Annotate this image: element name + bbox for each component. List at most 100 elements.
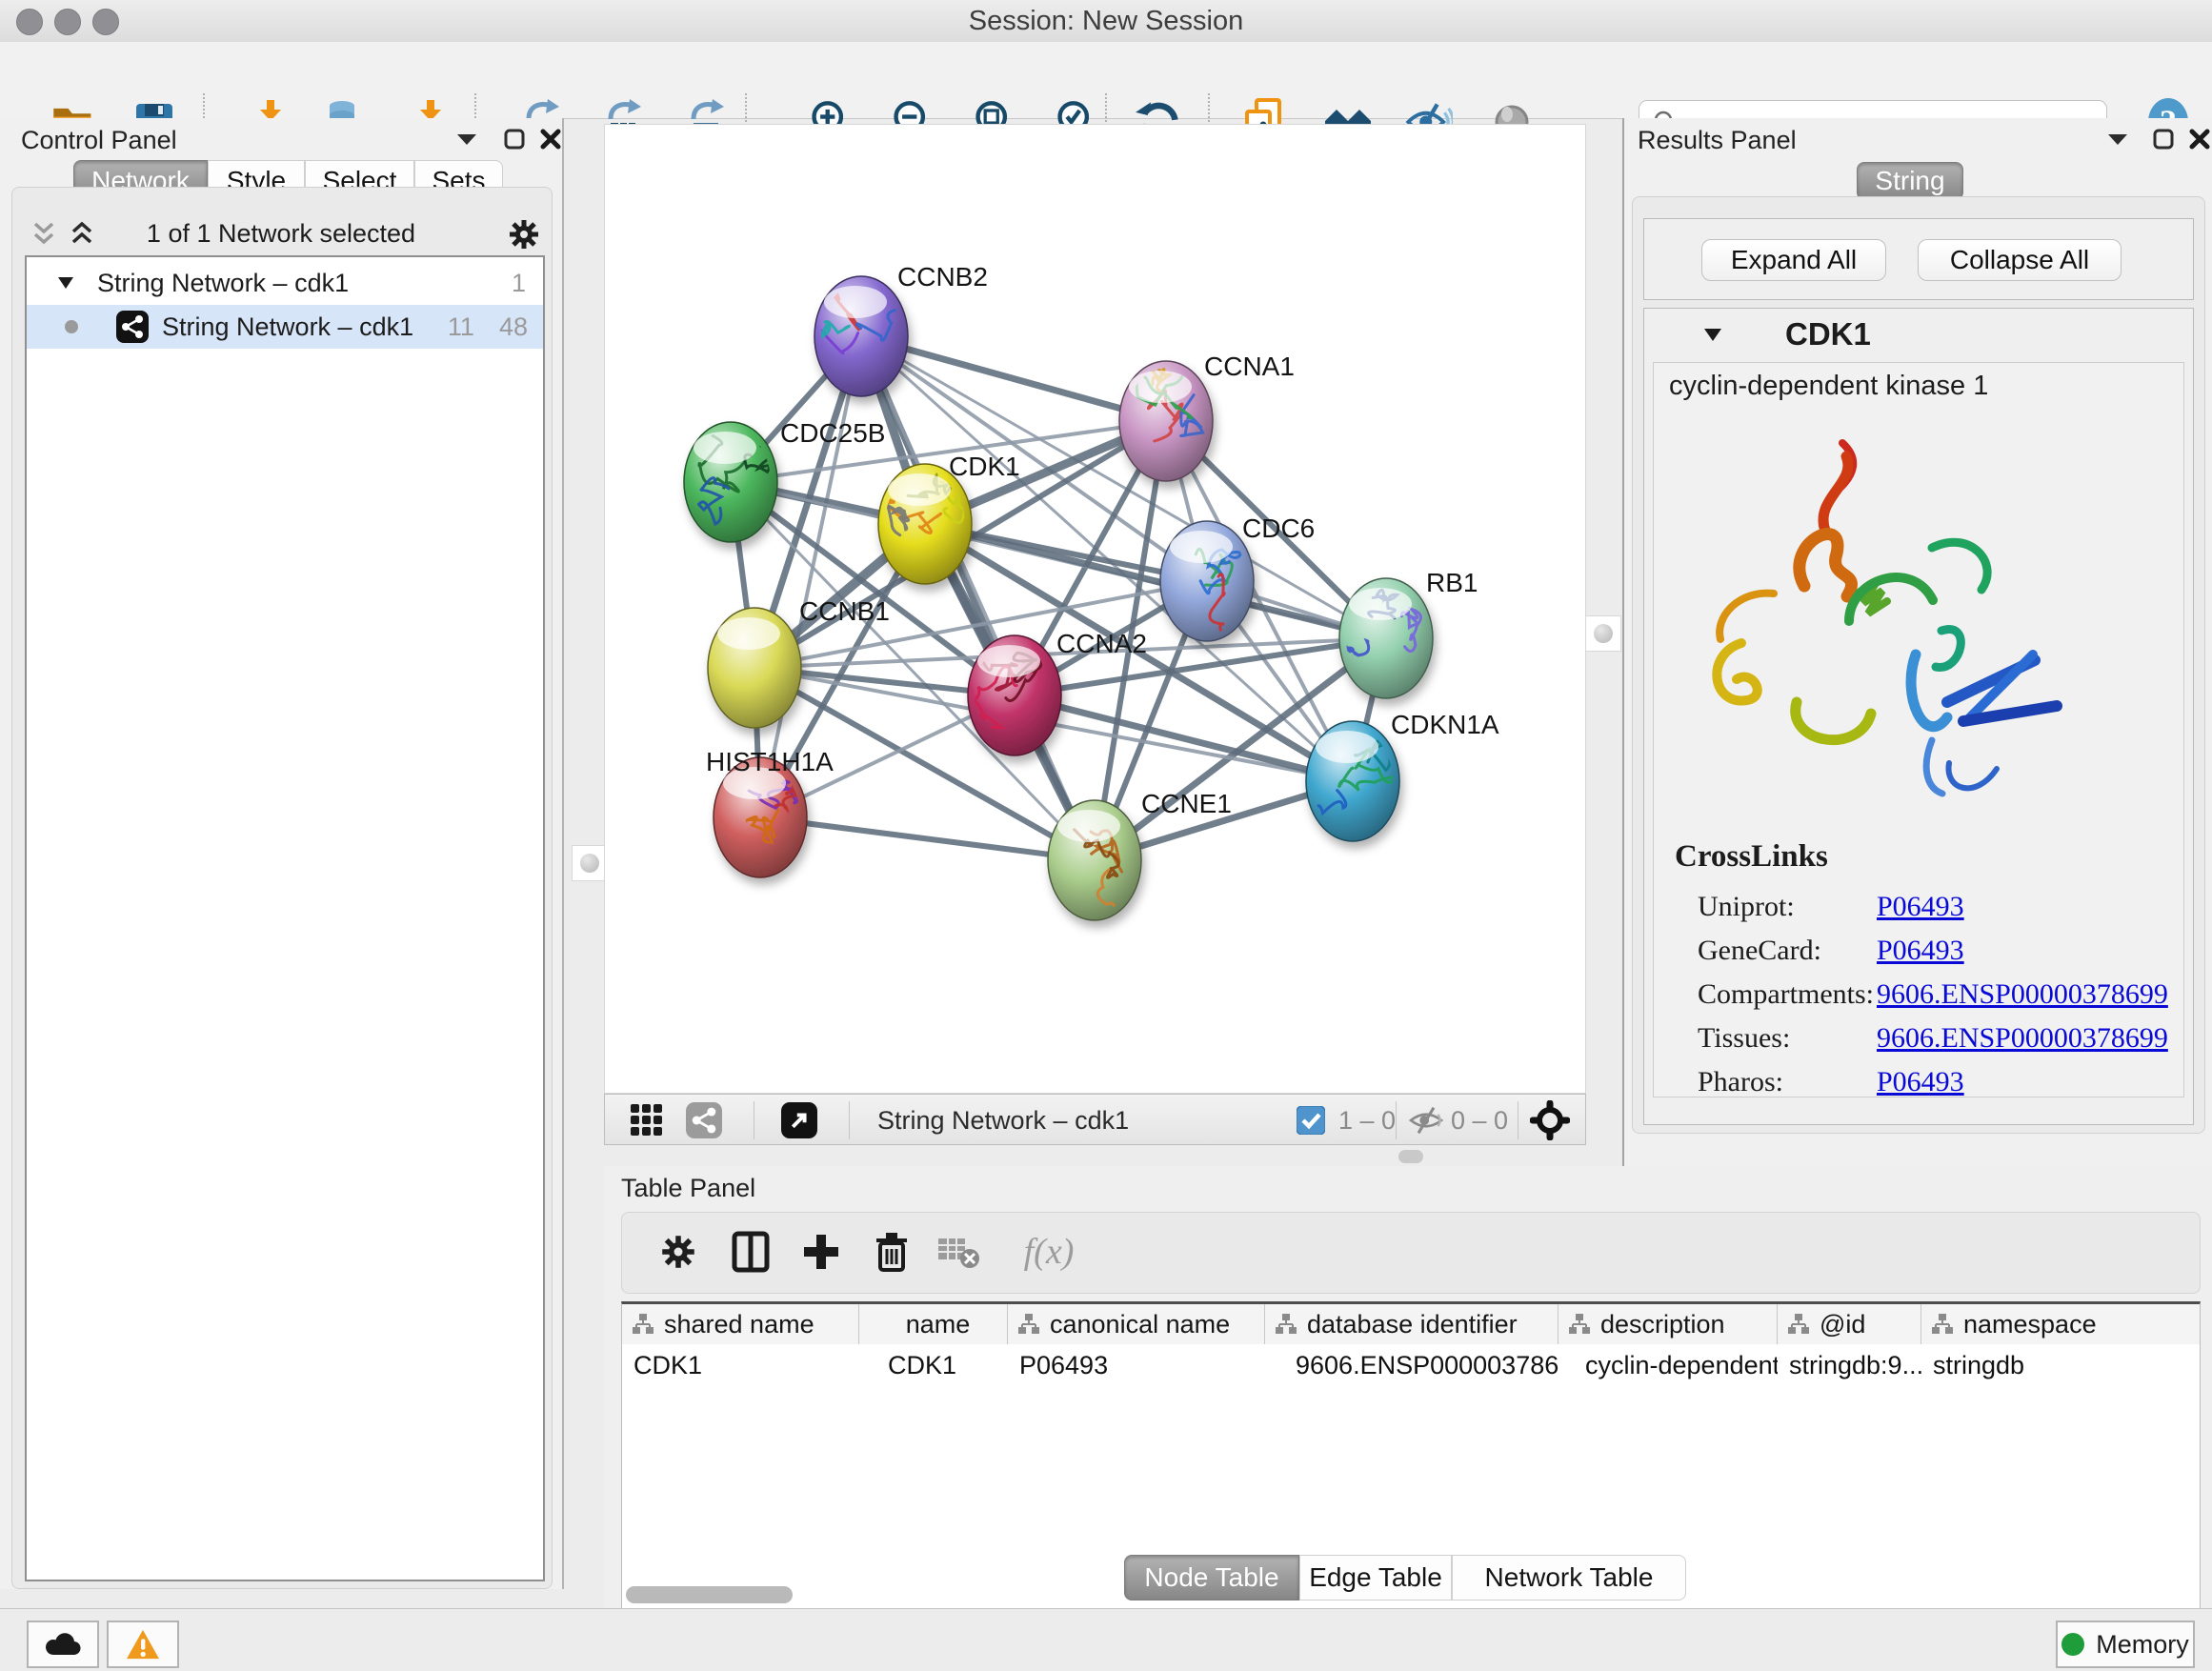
crosslink-value[interactable]: 9606.ENSP00000378699	[1877, 1022, 2168, 1055]
svg-text:CDC6: CDC6	[1242, 513, 1315, 543]
column-header[interactable]: @id	[1778, 1304, 1921, 1344]
column-type-icon	[1787, 1313, 1810, 1336]
network-tree: String Network – cdk1 1 String Network –…	[25, 255, 545, 1581]
scrollbar-thumb[interactable]	[626, 1586, 793, 1603]
column-type-icon	[1275, 1313, 1297, 1336]
hidden-count: 0 – 0	[1451, 1095, 1508, 1146]
table-cell[interactable]: P06493	[1008, 1344, 1265, 1386]
title-bar: Session: New Session	[0, 0, 2212, 43]
collection-count: 1	[512, 269, 526, 298]
network-row-selected[interactable]: String Network – cdk1 11 48	[27, 305, 543, 349]
crosslink-label: Uniprot:	[1698, 891, 1877, 923]
panel-float-icon[interactable]	[2144, 120, 2182, 158]
table-cell[interactable]: stringdb	[1921, 1344, 2200, 1386]
graph-node-HIST1H1A: HIST1H1A	[706, 747, 834, 877]
network-view-toolbar: String Network – cdk1 1 – 0 0 – 0	[604, 1094, 1586, 1145]
cloud-icon	[44, 1630, 82, 1659]
detach-view-icon[interactable]	[778, 1101, 820, 1139]
crosslink-value[interactable]: P06493	[1877, 891, 1964, 923]
panel-close-icon[interactable]	[2181, 120, 2212, 158]
birds-eye-view-icon[interactable]	[626, 1101, 668, 1139]
control-panel: Control Panel Network Style Select Sets …	[0, 118, 564, 1589]
tab-node-table[interactable]: Node Table	[1124, 1555, 1299, 1601]
table-cell[interactable]: stringdb:9...	[1778, 1344, 1921, 1386]
tab-edge-table[interactable]: Edge Table	[1299, 1555, 1452, 1601]
crosslinks-list: Uniprot: P06493 GeneCard: P06493 Compart…	[1698, 885, 2174, 1104]
expand-all-button[interactable]: Expand All	[1701, 239, 1886, 281]
table-cell[interactable]: CDK1	[622, 1344, 859, 1386]
table-panel: Table Panel f(x)	[604, 1166, 2212, 1608]
crosslink-value[interactable]: P06493	[1877, 935, 1964, 967]
crosslink-label: Compartments:	[1698, 978, 1877, 1011]
protein-structure-image	[1682, 426, 2101, 807]
selected-count: 1 – 0	[1338, 1095, 1396, 1146]
panel-float-icon[interactable]	[495, 120, 533, 158]
svg-text:CDC25B: CDC25B	[780, 418, 885, 448]
crosslink-value[interactable]: 9606.ENSP00000378699	[1877, 978, 2168, 1011]
column-type-icon	[1017, 1313, 1040, 1336]
protein-detail-card: cyclin-dependent kinase 1	[1653, 362, 2184, 1097]
warnings-button[interactable]	[107, 1621, 179, 1668]
crosslink-value[interactable]: P06493	[1877, 1066, 1964, 1098]
left-splitter-handle[interactable]	[572, 845, 608, 881]
network-selection-status: 1 of 1 Network selected	[11, 211, 551, 255]
panel-close-icon[interactable]	[532, 120, 570, 158]
network-canvas[interactable]: CCNB2CCNA1CDC25BCDK1CDC6RB1CCNB1CCNA2CDK…	[604, 124, 1586, 1094]
network-overview-icon[interactable]	[683, 1101, 725, 1139]
column-header[interactable]: database identifier	[1265, 1304, 1558, 1344]
clear-table-icon[interactable]	[929, 1222, 988, 1281]
current-network-name: String Network – cdk1	[877, 1095, 1129, 1146]
table-options-gear-icon[interactable]	[649, 1222, 708, 1281]
column-header[interactable]: namespace	[1921, 1304, 2200, 1344]
section-collapse-icon[interactable]	[1703, 328, 1722, 342]
window-title: Session: New Session	[0, 0, 2212, 42]
table-cell[interactable]: 9606.ENSP00000378699	[1265, 1344, 1558, 1386]
collapse-all-button[interactable]: Collapse All	[1918, 239, 2122, 281]
selected-checkbox-icon[interactable]	[1297, 1106, 1325, 1135]
svg-text:CCNB1: CCNB1	[799, 596, 890, 626]
protein-name: CDK1	[1785, 316, 1871, 352]
crosslink-label: Tissues:	[1698, 1022, 1877, 1055]
tab-network-table[interactable]: Network Table	[1452, 1555, 1686, 1601]
column-header[interactable]: description	[1558, 1304, 1778, 1344]
expand-collapse-bar: Expand All Collapse All	[1643, 218, 2194, 300]
tab-string[interactable]: String	[1857, 162, 1963, 200]
svg-text:CCNA1: CCNA1	[1204, 352, 1295, 381]
panel-dropdown-icon[interactable]	[2099, 120, 2137, 158]
network-options-gear-icon[interactable]	[505, 215, 543, 253]
protein-description: cyclin-dependent kinase 1	[1669, 371, 1988, 402]
graph-node-CCNB2: CCNB2	[777, 262, 988, 396]
memory-button[interactable]: Memory	[2056, 1621, 2195, 1668]
graph-node-RB1: RB1	[1332, 568, 1478, 698]
svg-text:CCNE1: CCNE1	[1141, 789, 1232, 818]
graph-node-CCNE1: CCNE1	[1048, 789, 1232, 939]
table-cell[interactable]: cyclin-dependent ...	[1558, 1344, 1778, 1386]
function-builder-icon[interactable]: f(x)	[1001, 1222, 1096, 1281]
network-graph[interactable]: CCNB2CCNA1CDC25BCDK1CDC6RB1CCNB1CCNA2CDK…	[605, 125, 1585, 1093]
right-splitter-handle[interactable]	[1585, 615, 1621, 652]
memory-label: Memory	[2096, 1630, 2189, 1660]
add-column-icon[interactable]	[792, 1222, 851, 1281]
column-header[interactable]: name	[859, 1304, 1008, 1344]
show-columns-icon[interactable]	[721, 1222, 780, 1281]
panel-dropdown-icon[interactable]	[448, 120, 486, 158]
center-view-icon[interactable]	[1527, 1099, 1573, 1141]
cloud-status-button[interactable]	[27, 1621, 99, 1668]
graph-node-CDC6: CDC6	[1160, 513, 1315, 651]
memory-status-dot	[2061, 1633, 2084, 1656]
column-header[interactable]: canonical name	[1008, 1304, 1265, 1344]
table-panel-title: Table Panel	[621, 1174, 755, 1203]
delete-column-icon[interactable]	[862, 1222, 921, 1281]
hidden-eye-icon	[1407, 1104, 1445, 1137]
network-row-label: String Network – cdk1	[162, 312, 413, 342]
horizontal-splitter-handle[interactable]	[1398, 1150, 1423, 1163]
network-collection-row[interactable]: String Network – cdk1 1	[27, 261, 543, 305]
svg-text:CDK1: CDK1	[949, 452, 1020, 481]
tree-expand-icon[interactable]	[57, 276, 74, 290]
column-type-icon	[1568, 1313, 1591, 1336]
crosslink-label: GeneCard:	[1698, 935, 1877, 967]
status-bar: Memory	[0, 1608, 2212, 1671]
protein-section-header[interactable]: CDK1	[1644, 309, 2193, 360]
table-cell[interactable]: CDK1	[859, 1344, 1008, 1386]
column-header[interactable]: shared name	[622, 1304, 859, 1344]
